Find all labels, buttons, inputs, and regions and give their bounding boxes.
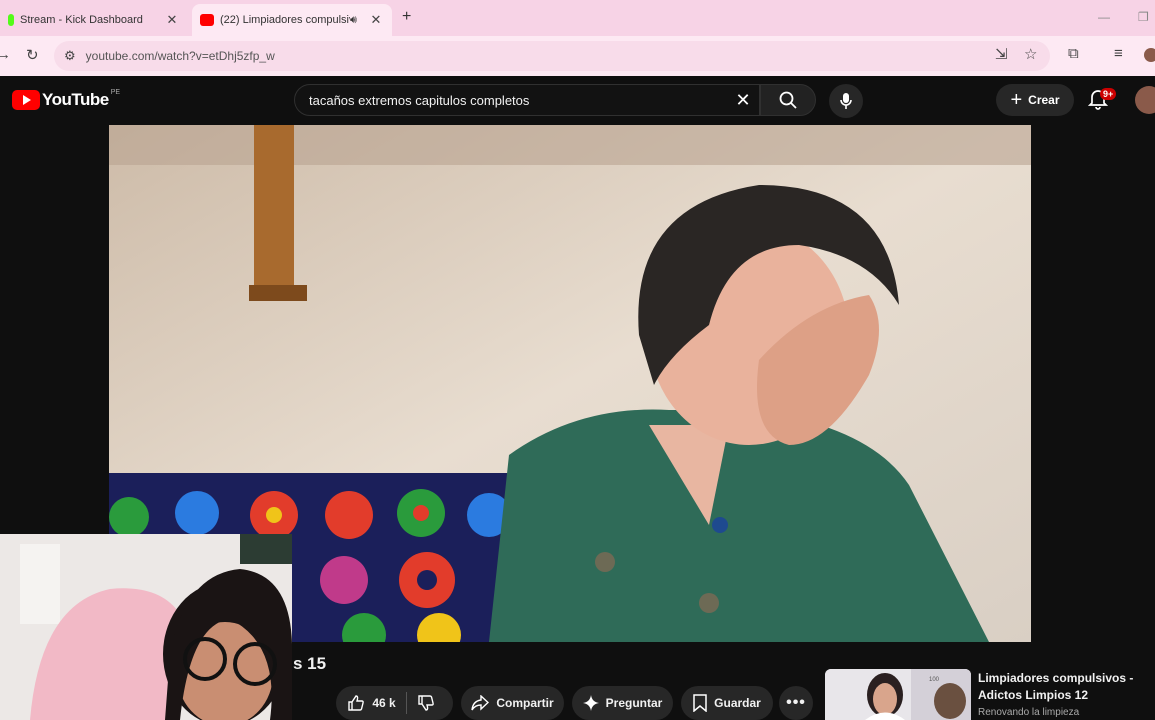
thumbnail-badge: 100 [929,677,940,683]
media-control-icon[interactable]: ≡ [1114,45,1123,62]
back-icon[interactable]: → [0,46,11,63]
like-separator [405,692,407,714]
create-button[interactable]: + Crear [996,84,1074,116]
account-avatar[interactable] [1135,86,1155,114]
extensions-icon[interactable]: ⧉ [1068,45,1079,62]
search-query: tacaños extremos capitulos completos [309,92,530,108]
site-info-icon[interactable]: ⚙︎ [64,48,76,64]
like-count[interactable]: 46 k [372,696,395,710]
youtube-favicon-icon [200,14,214,26]
search-icon [779,91,797,109]
url-text: youtube.com/watch?v=etDhj5zfp_w [85,49,275,63]
recommended-thumbnail[interactable]: 100 [825,669,971,720]
sparkle-icon [582,695,599,711]
tab-title: (22) Limpiadores compulsivos [220,14,350,26]
recommended-thumbnail-image: 100 [825,669,971,720]
ask-label: Preguntar [605,696,663,710]
save-icon [693,694,707,712]
like-icon[interactable] [347,694,365,712]
profile-avatar-icon[interactable] [1144,48,1155,62]
kick-favicon-icon [8,14,14,26]
save-button[interactable]: Guardar [681,686,773,720]
youtube-wordmark: YouTube [42,90,109,109]
dislike-icon[interactable] [417,694,435,712]
reload-icon[interactable]: ↻ [26,46,39,64]
tab-youtube[interactable]: (22) Limpiadores compulsivos 🔊︎ ✕ [192,4,392,36]
search-button[interactable] [760,84,816,116]
minimize-icon[interactable]: — [1098,10,1110,24]
webcam-frame [0,534,292,720]
browser-tab-strip: Stream - Kick Dashboard ✕ (22) Limpiador… [0,0,1155,36]
bookmark-star-icon[interactable]: ☆ [1024,45,1037,63]
video-title: s 15 [293,654,327,673]
more-horizontal-icon: ••• [786,694,806,711]
share-icon [471,695,490,711]
speaker-icon[interactable]: 🔊︎ [350,14,364,27]
save-label: Guardar [714,696,761,710]
create-label: Crear [1028,93,1060,107]
country-code: PE [110,88,121,96]
restore-icon[interactable]: ❐ [1138,10,1149,24]
youtube-logo[interactable]: YouTube PE [12,88,121,110]
like-dislike-group: 46 k [336,686,453,720]
voice-search-button[interactable] [829,84,863,118]
share-button[interactable]: Compartir [461,686,564,720]
close-tab-icon[interactable]: ✕ [368,12,384,28]
install-icon[interactable]: ⇲ [995,45,1008,63]
share-label: Compartir [496,696,554,710]
notification-badge: 9+ [1100,88,1117,100]
browser-toolbar: → ↻ ⚙︎ youtube.com/watch?v=etDhj5zfp_w ⇲… [0,36,1155,76]
address-bar[interactable]: ⚙︎ youtube.com/watch?v=etDhj5zfp_w [54,41,1050,71]
tab-title: Stream - Kick Dashboard [20,14,143,26]
close-tab-icon[interactable]: ✕ [164,12,180,28]
ask-button[interactable]: Preguntar [572,686,673,720]
streamer-webcam [0,534,292,720]
youtube-play-icon [12,90,40,110]
plus-icon: + [1010,88,1023,111]
search-input[interactable]: tacaños extremos capitulos completos ✕ [294,84,760,116]
recommended-title[interactable]: Limpiadores compulsivos - Adictos Limpio… [978,670,1148,704]
new-tab-button[interactable]: + [402,8,411,26]
clear-search-icon[interactable]: ✕ [727,90,759,111]
more-actions-button[interactable]: ••• [779,686,813,720]
recommended-channel[interactable]: Renovando la limpieza [978,707,1079,718]
tab-kick-dashboard[interactable]: Stream - Kick Dashboard ✕ [0,4,188,36]
microphone-icon [840,93,852,109]
